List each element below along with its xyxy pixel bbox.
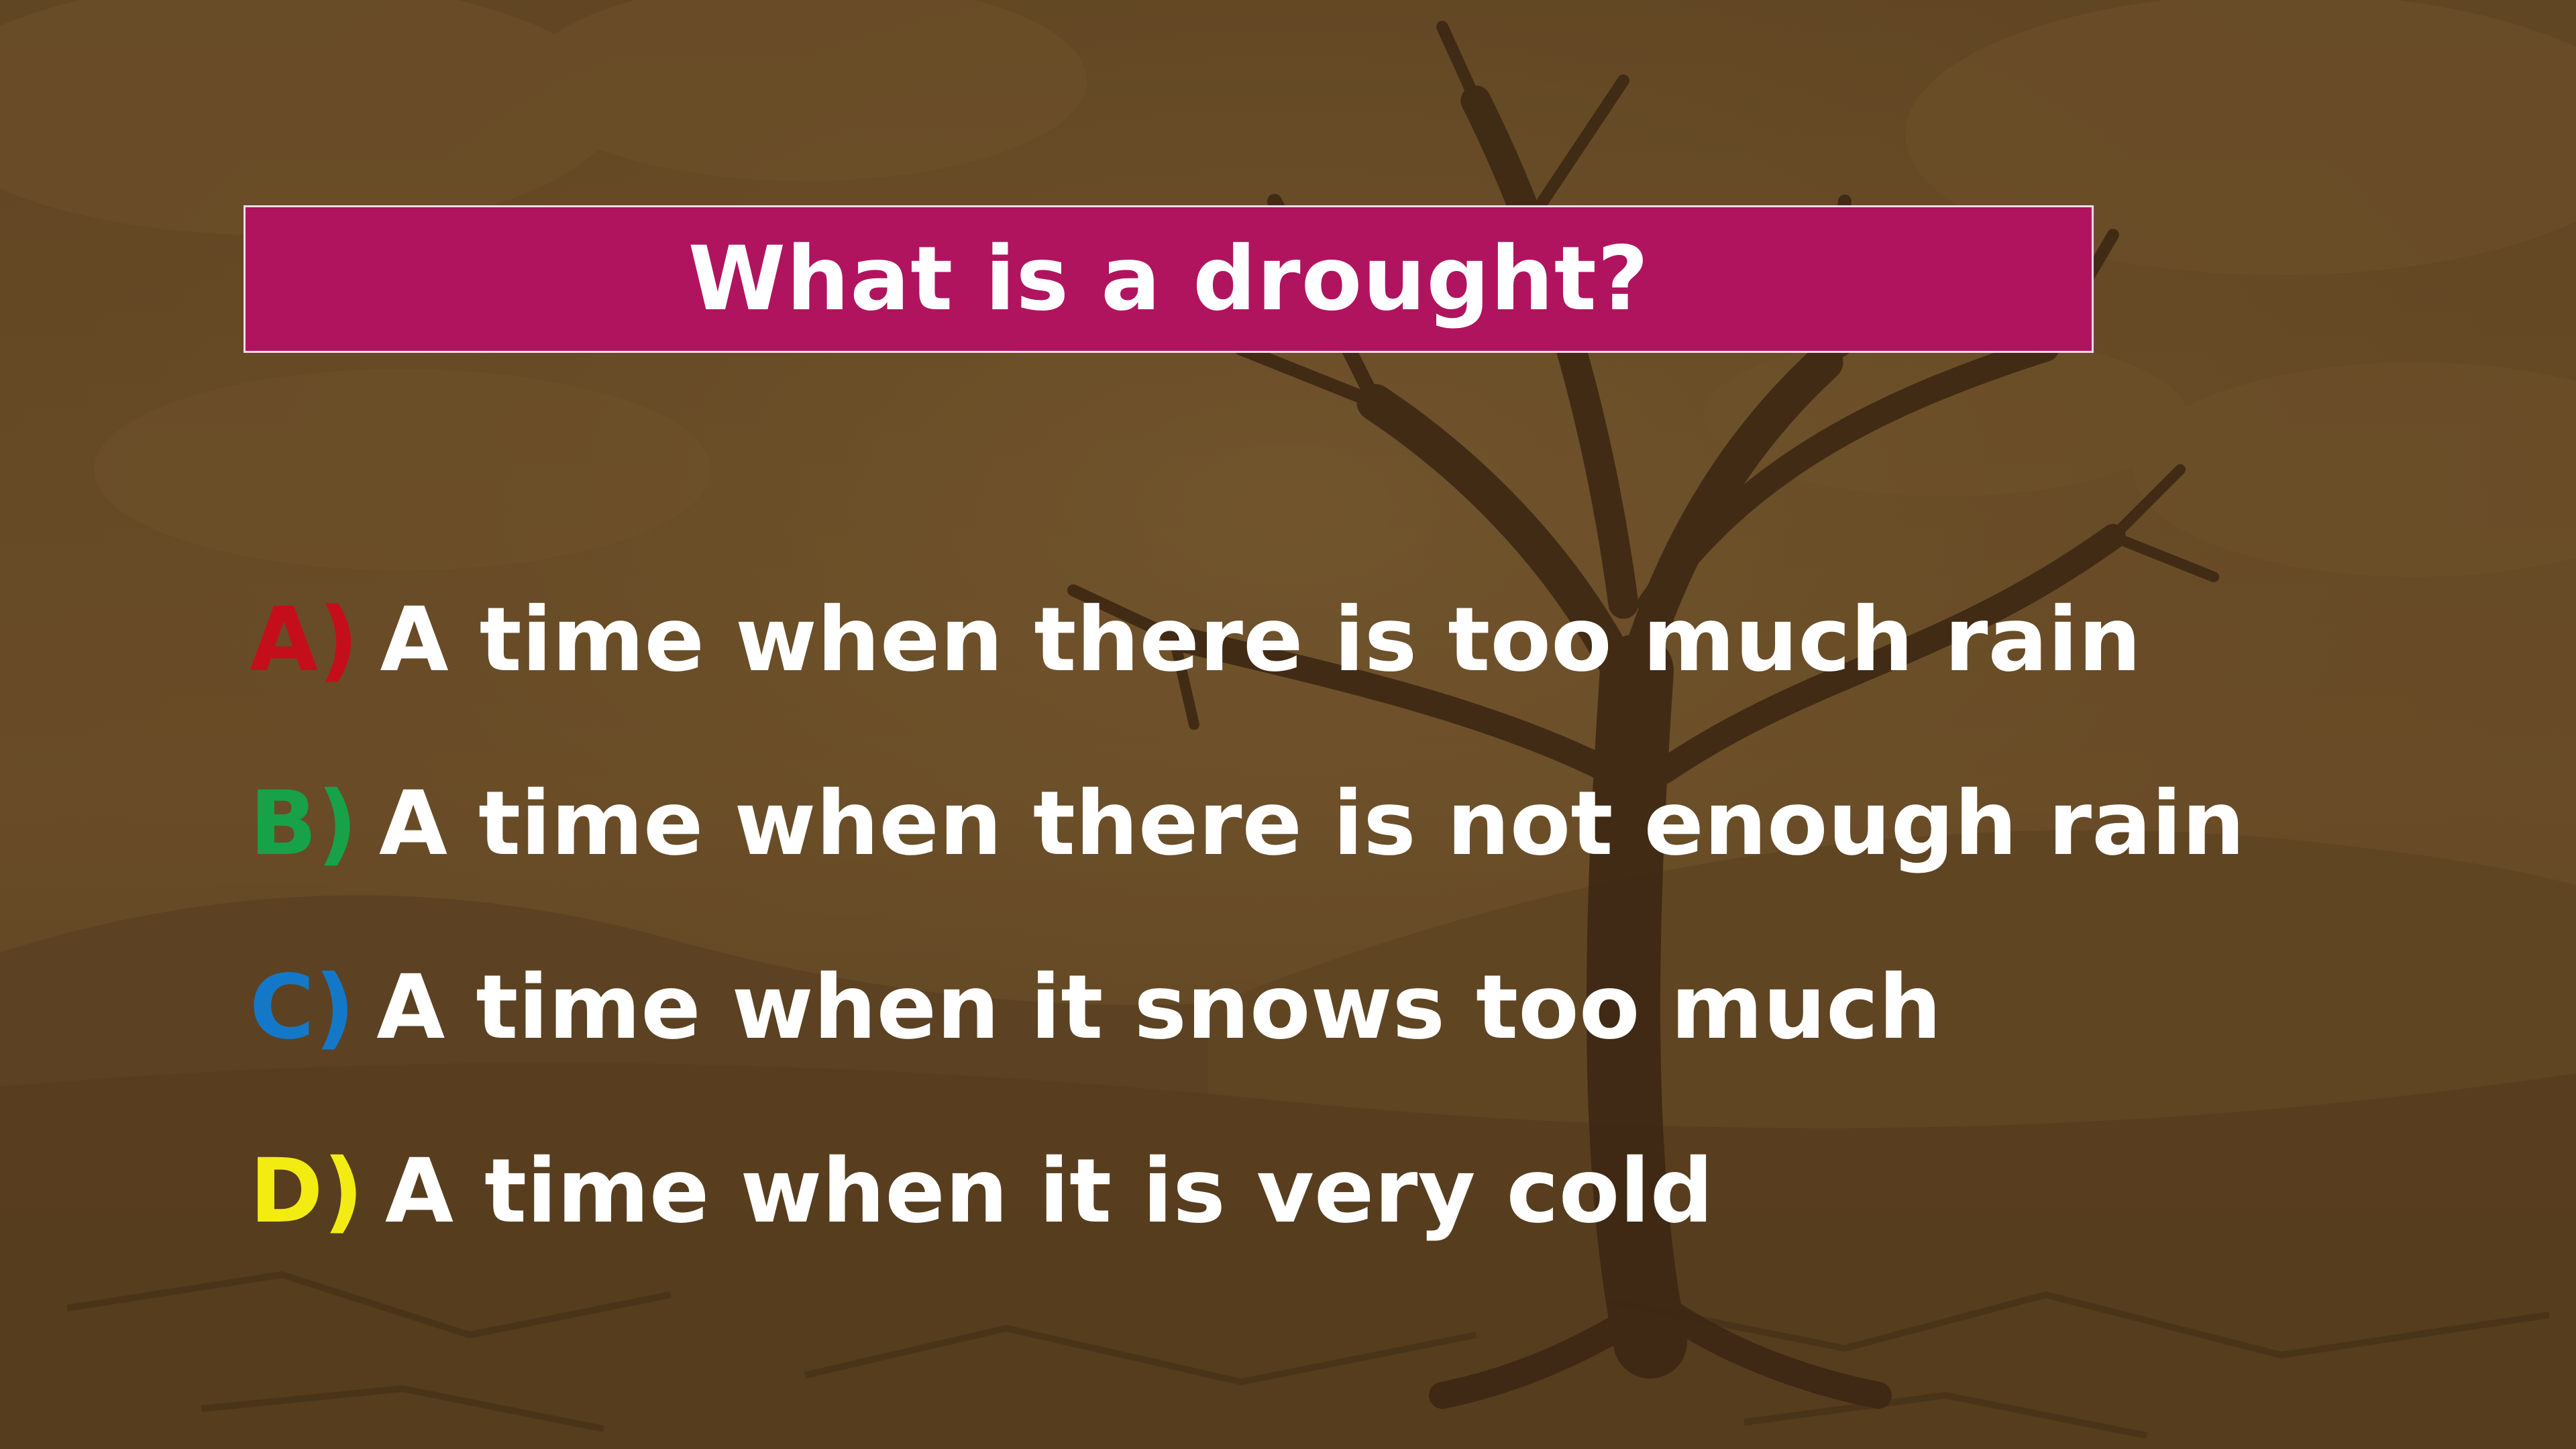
option-b-text: A time when there is not enough rain <box>378 772 2245 875</box>
option-a-text: A time when there is too much rain <box>380 588 2141 692</box>
question-banner: What is a drought? <box>244 205 2094 353</box>
option-b[interactable]: B) A time when there is not enough rain <box>250 780 2245 868</box>
option-d-text: A time when it is very cold <box>384 1140 1714 1243</box>
option-b-letter: B) <box>250 772 358 875</box>
option-c-letter: C) <box>250 956 356 1059</box>
question-text: What is a drought? <box>688 227 1650 331</box>
option-a[interactable]: A) A time when there is too much rain <box>250 596 2141 684</box>
option-a-letter: A) <box>250 588 359 692</box>
option-d[interactable]: D) A time when it is very cold <box>250 1147 1713 1236</box>
option-c-text: A time when it snows too much <box>376 956 1942 1059</box>
option-d-letter: D) <box>250 1140 364 1243</box>
option-c[interactable]: C) A time when it snows too much <box>250 963 1941 1052</box>
